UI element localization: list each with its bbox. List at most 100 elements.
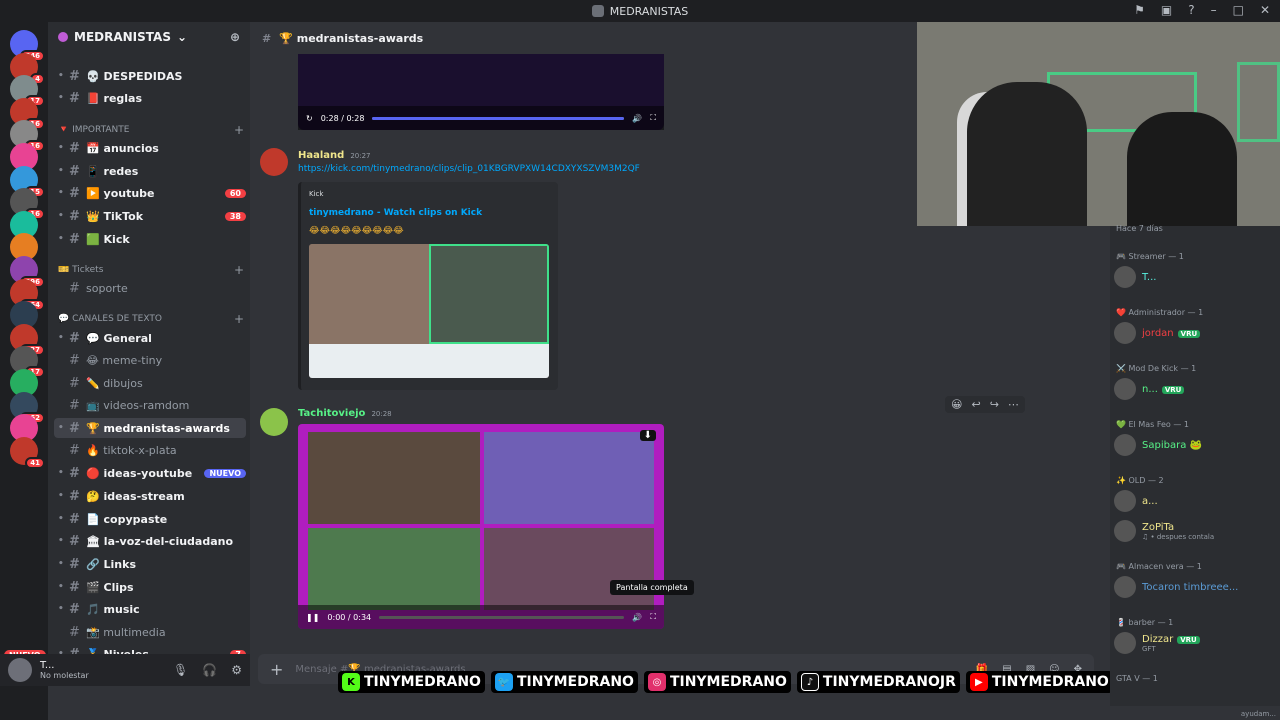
user-panel: T... No molestar 🎙 🎧 ⚙ xyxy=(0,654,250,686)
member-item[interactable]: Sapibara 🐸 xyxy=(1114,434,1274,456)
channel-item[interactable]: • # 📄 copypaste xyxy=(54,509,246,529)
channel-item[interactable]: # 📸 multimedia xyxy=(54,622,246,642)
channel-label: soporte xyxy=(86,281,128,295)
minimize-button[interactable]: – xyxy=(1211,3,1217,17)
twitter-icon: 🐦 xyxy=(494,673,513,691)
channel-badge: NUEVO xyxy=(204,468,246,478)
maximize-button[interactable]: □ xyxy=(1233,3,1244,17)
close-button[interactable]: ✕ xyxy=(1260,3,1270,17)
channel-item[interactable]: # 🔥 tiktok-x-plata xyxy=(54,440,246,460)
volume-icon[interactable]: 🔊 xyxy=(632,613,642,622)
channel-item[interactable]: # ✏️ dibujos xyxy=(54,373,246,393)
message-author[interactable]: Haaland 20:27 xyxy=(298,150,371,161)
volume-icon[interactable]: 🔊 xyxy=(632,114,642,123)
avatar[interactable] xyxy=(260,408,288,436)
channel-category[interactable]: 💬 CANALES DE TEXTO + xyxy=(58,312,244,326)
member-name: Sapibara 🐸 xyxy=(1142,439,1202,451)
message-actions: 😀 ↩ ↪ ⋯ xyxy=(945,396,1025,413)
video-controls: ❚❚ 0:00 / 0:34 🔊 ⛶ xyxy=(298,605,664,629)
pause-icon[interactable]: ❚❚ xyxy=(306,613,319,622)
channel-category[interactable]: 🔻 IMPORTANTE + xyxy=(58,123,244,137)
download-icon[interactable]: ⬇ xyxy=(639,430,656,441)
channel-item[interactable]: • # 🔗 Links xyxy=(54,554,246,574)
reaction-icon[interactable]: 😀 xyxy=(951,398,962,411)
channel-sidebar: MEDRANISTAS ⌄ ⊕ • # 💀 DESPEDIDAS • # 📕 reglas 🔻… xyxy=(48,22,250,662)
channel-item[interactable]: # 📺 videos-ramdom xyxy=(54,395,246,415)
unread-indicator: • xyxy=(58,93,64,103)
tiktok-icon: ♪ xyxy=(800,673,819,691)
more-icon[interactable]: ⋯ xyxy=(1008,398,1019,411)
member-item[interactable]: T... xyxy=(1114,266,1274,288)
mic-icon[interactable]: 🎙 xyxy=(173,663,188,677)
unread-indicator: • xyxy=(58,604,64,614)
guild-header[interactable]: MEDRANISTAS ⌄ ⊕ xyxy=(48,22,250,52)
settings-gear-icon[interactable]: ⚙ xyxy=(231,663,242,677)
message-author[interactable]: Tachitoviejo 20:28 xyxy=(298,408,392,419)
channel-item[interactable]: • # 📱 redes xyxy=(54,161,246,181)
inbox-icon[interactable]: ⚑ xyxy=(1134,3,1145,17)
member-group-header: ⚔️ Mod De Kick — 1 xyxy=(1116,364,1197,373)
video-tile xyxy=(308,528,480,610)
channel-item[interactable]: • # 💬 General xyxy=(54,328,246,348)
add-attachment-icon[interactable]: + xyxy=(270,660,283,679)
channel-item[interactable]: • # ▶️ youtube 60 xyxy=(54,183,246,203)
help-icon[interactable]: ? xyxy=(1188,3,1194,17)
window-title: MEDRANISTAS xyxy=(591,5,688,18)
channel-item[interactable]: # soporte xyxy=(54,278,246,298)
member-tag: VRU xyxy=(1177,329,1201,338)
avatar xyxy=(1114,378,1136,400)
channel-item[interactable]: # 😂 meme-tiny xyxy=(54,350,246,370)
add-channel-icon[interactable]: + xyxy=(234,312,244,326)
member-item[interactable]: a... xyxy=(1114,490,1274,512)
avatar[interactable] xyxy=(8,658,32,682)
video-progress[interactable] xyxy=(372,116,625,120)
channel-item[interactable]: • # 🎵 music xyxy=(54,599,246,619)
message-link[interactable]: https://kick.com/tinymedrano/clips/clip_… xyxy=(298,164,640,174)
webcam-overlay xyxy=(917,22,1280,226)
reply-icon[interactable]: ↩ xyxy=(971,398,980,411)
video-player[interactable]: ↻ 0:28 / 0:28 🔊 ⛶ xyxy=(298,54,664,130)
server-icon[interactable]: 41 xyxy=(10,436,45,469)
add-channel-icon[interactable]: + xyxy=(234,263,244,277)
headphones-icon[interactable]: 🎧 xyxy=(202,663,217,677)
social-overlay: K TINYMEDRANO 🐦 TINYMEDRANO ◎ TINYMEDRANO ♪… xyxy=(338,666,1113,698)
channel-label: 📅 anuncios xyxy=(86,141,159,155)
tooltip: Pantalla completa xyxy=(610,580,694,595)
hash-icon: # xyxy=(69,163,80,179)
channel-item[interactable]: • # 🤔 ideas-stream xyxy=(54,486,246,506)
channel-label: 🏆 medranistas-awards xyxy=(86,421,230,435)
member-item[interactable]: jordan VRU xyxy=(1114,322,1274,344)
embed-thumbnail[interactable] xyxy=(309,244,549,378)
channel-item[interactable]: • # 📅 anuncios xyxy=(54,138,246,158)
channel-item[interactable]: • # 👑 TikTok 38 xyxy=(54,206,246,226)
member-name: ZoPiTa xyxy=(1142,521,1175,533)
video-tile xyxy=(308,432,480,524)
member-group-header: ❤️ Administrador — 1 xyxy=(1116,308,1204,317)
embed-title[interactable]: tinymedrano - Watch clips on Kick xyxy=(309,208,550,218)
member-item[interactable]: ZoPiTa ♫ • despues contala xyxy=(1114,520,1274,542)
screen-icon[interactable]: ▣ xyxy=(1161,3,1172,17)
add-channel-icon[interactable]: + xyxy=(234,123,244,137)
video-progress[interactable] xyxy=(379,615,625,619)
invite-icon[interactable]: ⊕ xyxy=(230,30,240,44)
avatar[interactable] xyxy=(260,148,288,176)
channel-item[interactable]: • # 🏛 la-voz-del-ciudadano xyxy=(54,531,246,551)
window-controls: ⚑ ▣ ? – □ ✕ xyxy=(1134,3,1270,17)
server-badge: 41 xyxy=(25,456,45,469)
member-item[interactable]: Tocaron timbreee... xyxy=(1114,576,1274,598)
fullscreen-icon[interactable]: ⛶ xyxy=(650,113,656,123)
channel-item[interactable]: • # 🟩 Kick xyxy=(54,229,246,249)
channel-category[interactable]: 🎫 Tickets + xyxy=(58,263,244,277)
hash-icon: # xyxy=(69,533,80,549)
channel-item[interactable]: • # 🔴 ideas-youtube NUEVO xyxy=(54,463,246,483)
forward-icon[interactable]: ↪ xyxy=(990,398,999,411)
channel-item[interactable]: • # 🏆 medranistas-awards xyxy=(54,418,246,438)
video-player[interactable]: ⬇ ❚❚ 0:00 / 0:34 🔊 ⛶ xyxy=(298,424,664,629)
member-item[interactable]: Dizzar VRU GFT xyxy=(1114,632,1274,654)
fullscreen-icon[interactable]: ⛶ xyxy=(650,612,656,622)
channel-item[interactable]: • # 📕 reglas xyxy=(54,88,246,108)
member-item[interactable]: n... VRU xyxy=(1114,378,1274,400)
channel-item[interactable]: • # 💀 DESPEDIDAS xyxy=(54,66,246,86)
replay-icon[interactable]: ↻ xyxy=(306,114,313,123)
channel-item[interactable]: • # 🎬 Clips xyxy=(54,577,246,597)
